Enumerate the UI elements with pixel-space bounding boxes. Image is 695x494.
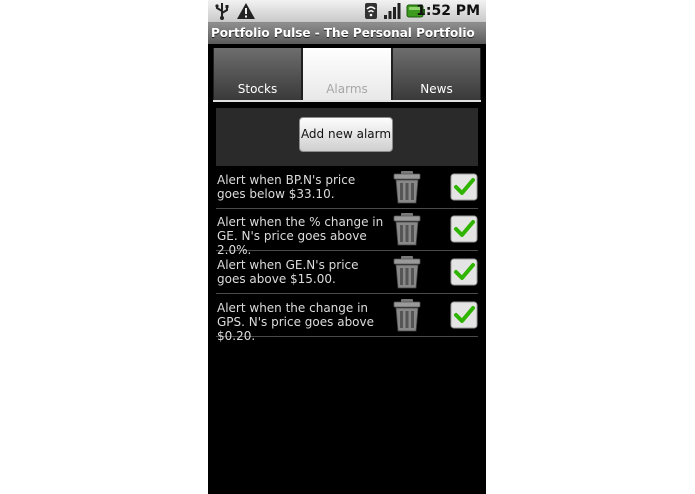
tab-alarms[interactable]: Alarms [302,48,392,100]
enabled-checkbox[interactable] [450,215,478,243]
trash-icon[interactable] [392,170,422,204]
alarm-text: Alert when BP.N's price goes below $33.1… [217,173,356,201]
wifi-icon [365,3,377,19]
alarm-row: Alert when BP.N's price goes below $33.1… [216,167,478,209]
alarm-row: Alert when the change in GPS. N's price … [216,295,478,343]
status-time: 1:52 PM [416,3,480,19]
alarm-text: Alert when the % change in GE. N's price… [217,215,384,257]
enabled-checkbox[interactable] [450,173,478,201]
tab-news[interactable]: News [392,48,481,100]
trash-icon[interactable] [392,298,422,332]
phone-screen: 1:52 PM Portfolio Pulse - The Personal P… [208,0,486,494]
status-bar: 1:52 PM [208,0,486,23]
trash-icon[interactable] [392,255,422,289]
signal-icon [384,3,401,19]
tab-label: News [420,82,453,96]
alarm-row: Alert when the % change in GE. N's price… [216,209,478,257]
tab-bar: Stocks Alarms News [213,48,481,102]
add-alarm-button[interactable]: Add new alarm [299,117,393,152]
alarm-row: Alert when GE.N's price goes above $15.0… [216,252,478,294]
alarm-text: Alert when GE.N's price goes above $15.0… [217,258,359,286]
warning-icon [237,3,255,19]
trash-icon[interactable] [392,212,422,246]
enabled-checkbox[interactable] [450,258,478,286]
enabled-checkbox[interactable] [450,301,478,329]
app-title: Portfolio Pulse - The Personal Portfolio [208,23,486,44]
alarm-text: Alert when the change in GPS. N's price … [217,301,375,343]
tab-label: Alarms [326,82,368,96]
tab-label: Stocks [237,82,278,96]
tab-stocks[interactable]: Stocks [213,48,302,100]
tab-underline [213,100,481,102]
usb-icon [215,3,229,20]
